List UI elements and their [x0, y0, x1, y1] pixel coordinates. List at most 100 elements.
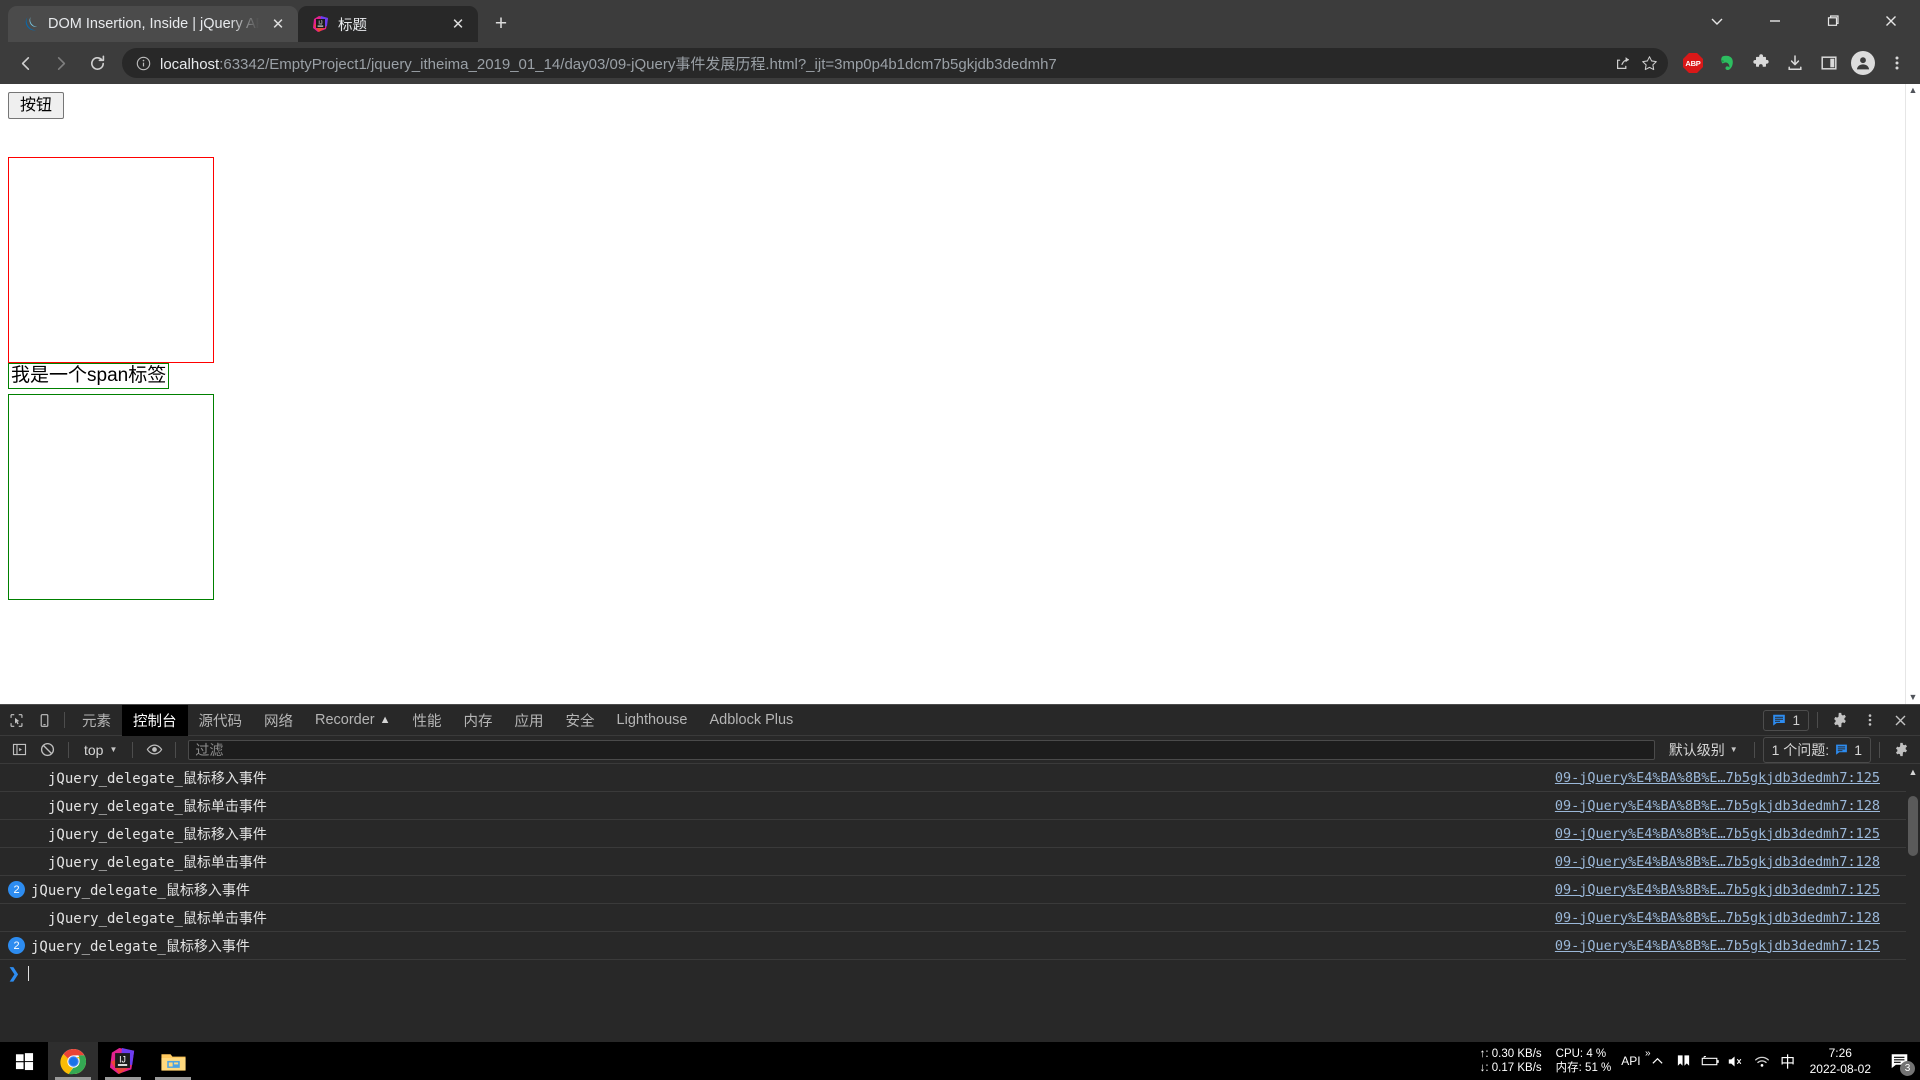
- gear-icon[interactable]: [1826, 707, 1854, 733]
- adblock-plus-icon[interactable]: ABP: [1678, 48, 1708, 78]
- browser-window: DOM Insertion, Inside | jQuery API Docum…: [0, 0, 1920, 1080]
- divider: [175, 741, 177, 758]
- extensions-puzzle-icon[interactable]: [1746, 48, 1776, 78]
- console-message-source-link[interactable]: 09-jQuery%E4%BA%8B%E…7b5gkjdb3dedmh7:125: [1555, 770, 1902, 786]
- console-message-row[interactable]: jQuery_delegate_鼠标单击事件 09-jQuery%E4%BA%8…: [0, 848, 1906, 876]
- profile-avatar[interactable]: [1848, 48, 1878, 78]
- clock[interactable]: 7:26 2022-08-02: [1801, 1045, 1880, 1077]
- devtools-tab-label: 元素: [82, 713, 111, 730]
- api-label[interactable]: API »: [1617, 1048, 1650, 1068]
- devtools-tab-label: Lighthouse: [616, 712, 688, 728]
- console-scroll-up-arrow-icon[interactable]: ▲: [1906, 764, 1920, 777]
- ime-language-indicator[interactable]: 中: [1775, 1042, 1801, 1080]
- console-message-repeat-count: 2: [8, 881, 25, 898]
- url-path: :63342/EmptyProject1/jquery_itheima_2019…: [219, 55, 1057, 73]
- window-close-icon[interactable]: [1862, 0, 1920, 42]
- tab-close-icon-1[interactable]: ✕: [448, 14, 468, 34]
- minimize-icon[interactable]: [1746, 0, 1804, 42]
- forward-arrow-icon[interactable]: [44, 46, 78, 80]
- devtools-tab-label: Recorder: [315, 712, 375, 728]
- reload-icon[interactable]: [80, 46, 114, 80]
- back-arrow-icon[interactable]: [8, 46, 42, 80]
- console-scrollbar-thumb[interactable]: [1908, 796, 1918, 856]
- tab-search-chevron-down-icon[interactable]: [1688, 0, 1746, 42]
- performance-indicator[interactable]: CPU: 4 % 内存: 51 %: [1550, 1047, 1618, 1075]
- battery-icon[interactable]: [1697, 1042, 1723, 1080]
- device-toolbar-icon[interactable]: [30, 707, 58, 733]
- taskbar-app-intellij-idea[interactable]: IJ: [98, 1042, 148, 1080]
- clock-date: 2022-08-02: [1809, 1062, 1871, 1076]
- console-message-row[interactable]: 2 jQuery_delegate_鼠标移入事件 09-jQuery%E4%BA…: [0, 932, 1906, 960]
- tab-close-icon-0[interactable]: ✕: [268, 14, 288, 34]
- browser-tab-title-0: DOM Insertion, Inside | jQuery API Docum…: [48, 16, 259, 32]
- green-bordered-box[interactable]: [8, 394, 214, 601]
- address-bar[interactable]: localhost:63342/EmptyProject1/jquery_ith…: [122, 48, 1668, 78]
- console-prompt[interactable]: ❯: [0, 960, 1906, 986]
- devtools-tab-recorder[interactable]: Recorder ▲: [304, 705, 402, 736]
- issues-counter[interactable]: 1 个问题: 1: [1762, 736, 1871, 763]
- info-circle-icon[interactable]: [134, 54, 152, 72]
- devtools-tab-performance[interactable]: 性能: [402, 705, 453, 736]
- evernote-icon[interactable]: [1712, 48, 1742, 78]
- devtools-tab-network[interactable]: 网络: [253, 705, 304, 736]
- page-viewport: 按钮 我是一个span标签 ▲ ▼: [0, 84, 1920, 704]
- console-message-row[interactable]: jQuery_delegate_鼠标单击事件 09-jQuery%E4%BA%8…: [0, 792, 1906, 820]
- console-message-source-link[interactable]: 09-jQuery%E4%BA%8B%E…7b5gkjdb3dedmh7:125: [1555, 826, 1902, 842]
- browser-tab-1[interactable]: IJ 标题 ✕: [298, 6, 478, 42]
- scroll-down-arrow-icon[interactable]: ▼: [1909, 693, 1918, 702]
- console-sidebar-icon[interactable]: [6, 739, 32, 761]
- console-message-source-link[interactable]: 09-jQuery%E4%BA%8B%E…7b5gkjdb3dedmh7:128: [1555, 854, 1902, 870]
- console-message-row[interactable]: jQuery_delegate_鼠标单击事件 09-jQuery%E4%BA%8…: [0, 904, 1906, 932]
- page-scrollbar[interactable]: ▲ ▼: [1905, 84, 1920, 704]
- log-level-selector[interactable]: 默认级别 ▼: [1661, 740, 1746, 760]
- maximize-icon[interactable]: [1804, 0, 1862, 42]
- taskbar-app-chrome[interactable]: [48, 1042, 98, 1080]
- divider: [1879, 741, 1880, 758]
- devtools-tab-application[interactable]: 应用: [504, 705, 555, 736]
- side-panel-icon[interactable]: [1814, 48, 1844, 78]
- message-count-chip[interactable]: 1: [1763, 709, 1809, 731]
- console-message-row[interactable]: jQuery_delegate_鼠标移入事件 09-jQuery%E4%BA%8…: [0, 764, 1906, 792]
- scroll-up-arrow-icon[interactable]: ▲: [1909, 86, 1918, 95]
- issue-bubble-icon: [1835, 743, 1848, 756]
- devtools-tab-sources[interactable]: 源代码: [188, 705, 254, 736]
- devtools-tab-console[interactable]: 控制台: [122, 704, 188, 736]
- console-message-source-link[interactable]: 09-jQuery%E4%BA%8B%E…7b5gkjdb3dedmh7:125: [1555, 938, 1902, 954]
- devtools-tab-security[interactable]: 安全: [555, 705, 606, 736]
- devtools-more-menu-icon[interactable]: [1856, 707, 1884, 733]
- devtools-tab-label: 安全: [565, 713, 595, 730]
- devtools-tab-adblock-plus[interactable]: Adblock Plus: [698, 705, 804, 736]
- browser-tab-0[interactable]: DOM Insertion, Inside | jQuery API Docum…: [8, 6, 298, 42]
- clear-console-icon[interactable]: [34, 739, 60, 761]
- downloads-icon[interactable]: [1780, 48, 1810, 78]
- devtools-close-icon[interactable]: [1886, 707, 1914, 733]
- devtools-tab-memory[interactable]: 内存: [453, 705, 504, 736]
- execution-context-selector[interactable]: top ▼: [77, 739, 124, 761]
- console-message-source-link[interactable]: 09-jQuery%E4%BA%8B%E…7b5gkjdb3dedmh7:128: [1555, 910, 1902, 926]
- console-settings-gear-icon[interactable]: [1888, 739, 1914, 761]
- inspect-element-icon[interactable]: [2, 707, 30, 733]
- wifi-icon[interactable]: [1749, 1042, 1775, 1080]
- console-message-row[interactable]: 2 jQuery_delegate_鼠标移入事件 09-jQuery%E4%BA…: [0, 876, 1906, 904]
- console-message-row[interactable]: jQuery_delegate_鼠标移入事件 09-jQuery%E4%BA%8…: [0, 820, 1906, 848]
- red-bordered-box[interactable]: [8, 157, 214, 364]
- new-tab-button[interactable]: +: [486, 9, 516, 39]
- live-expression-eye-icon[interactable]: [141, 739, 167, 761]
- bookmark-icon[interactable]: [1671, 1042, 1697, 1080]
- page-button[interactable]: 按钮: [8, 92, 65, 120]
- notification-center-icon[interactable]: 3: [1880, 1042, 1918, 1080]
- console-filter-input[interactable]: 过滤: [188, 739, 1655, 760]
- share-icon[interactable]: [1610, 50, 1636, 76]
- devtools-tab-lighthouse[interactable]: Lighthouse: [606, 705, 699, 736]
- devtools-tab-elements[interactable]: 元素: [71, 705, 122, 736]
- three-dot-menu-icon[interactable]: [1882, 48, 1912, 78]
- star-icon[interactable]: [1636, 50, 1662, 76]
- network-speed-indicator[interactable]: ↑: 0.30 KB/s ↓: 0.17 KB/s: [1472, 1047, 1550, 1075]
- green-span[interactable]: 我是一个span标签: [8, 363, 170, 390]
- console-scrollbar[interactable]: ▲: [1906, 764, 1920, 1080]
- console-message-source-link[interactable]: 09-jQuery%E4%BA%8B%E…7b5gkjdb3dedmh7:125: [1555, 882, 1902, 898]
- windows-start-icon[interactable]: [0, 1042, 48, 1080]
- speaker-muted-icon[interactable]: [1723, 1042, 1749, 1080]
- taskbar-app-file-explorer[interactable]: [148, 1042, 198, 1080]
- console-message-source-link[interactable]: 09-jQuery%E4%BA%8B%E…7b5gkjdb3dedmh7:128: [1555, 798, 1902, 814]
